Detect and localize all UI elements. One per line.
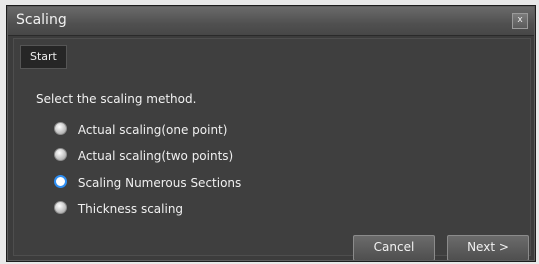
option-thickness-scaling[interactable]: Thickness scaling xyxy=(54,199,183,217)
radio-button[interactable] xyxy=(54,122,67,135)
option-actual-scaling-two-points[interactable]: Actual scaling(two points) xyxy=(54,146,233,164)
dialog-content: Start Select the scaling method. Actual … xyxy=(13,38,531,260)
method-prompt: Select the scaling method. xyxy=(36,92,197,106)
option-label: Actual scaling(one point) xyxy=(77,122,228,137)
option-actual-scaling-one-point[interactable]: Actual scaling(one point) xyxy=(54,120,227,138)
radio-button[interactable] xyxy=(54,148,67,161)
next-button[interactable]: Next > xyxy=(447,235,529,260)
radio-button-selected[interactable] xyxy=(54,175,67,188)
close-icon: x xyxy=(517,15,523,25)
dialog-title: Scaling xyxy=(16,12,67,28)
title-bar[interactable]: Scaling x xyxy=(8,7,534,36)
close-button[interactable]: x xyxy=(512,13,528,29)
option-label: Thickness scaling xyxy=(77,201,184,216)
scaling-dialog: Scaling x Start Select the scaling metho… xyxy=(7,6,535,261)
tab-start[interactable]: Start xyxy=(20,45,67,69)
radio-button[interactable] xyxy=(54,201,67,214)
option-label: Actual scaling(two points) xyxy=(77,148,234,163)
cancel-button[interactable]: Cancel xyxy=(353,235,435,260)
option-scaling-numerous-sections[interactable]: Scaling Numerous Sections xyxy=(54,173,241,191)
option-label: Scaling Numerous Sections xyxy=(77,175,242,190)
